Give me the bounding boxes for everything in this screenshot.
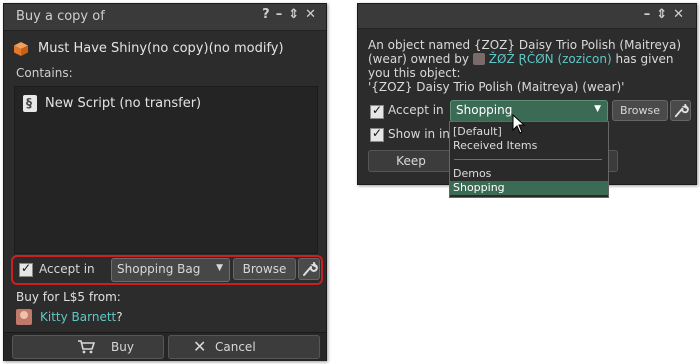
buy-for-label: Buy for L$5 from:	[16, 290, 121, 304]
close-icon[interactable]: ✕	[673, 7, 690, 22]
close-icon[interactable]: ✕	[305, 7, 322, 22]
folder-dropdown-list[interactable]: [Default] Received Items Demos Shopping	[449, 121, 609, 198]
list-item-label: New Script (no transfer)	[45, 96, 202, 111]
dialog-titlebar[interactable]: Buy a copy of ?–⇕✕	[4, 4, 326, 31]
folder-dropdown[interactable]: Shopping ▼	[450, 100, 608, 122]
contains-label: Contains:	[16, 66, 73, 80]
message-line: '{ZOZ} Daisy Trio Polish (Maitreya) (wea…	[368, 80, 625, 94]
cart-icon	[78, 340, 95, 354]
object-cube-icon	[14, 42, 28, 56]
minimize-icon[interactable]: –	[276, 7, 289, 22]
accept-in-row: ✓ Accept in Shopping Bag ▼ Browse	[11, 255, 323, 285]
help-icon[interactable]: ?	[262, 7, 276, 22]
script-icon: §	[23, 95, 37, 112]
chevron-down-icon: ▼	[594, 104, 601, 114]
seller-link[interactable]: Kitty Barnett?	[40, 310, 123, 324]
dropdown-option[interactable]: Received Items	[450, 139, 608, 153]
message-line: you this object:	[368, 66, 461, 80]
contents-list[interactable]: § New Script (no transfer)	[14, 86, 318, 254]
dropdown-separator	[454, 159, 602, 160]
accept-in-checkbox[interactable]: ✓	[370, 103, 384, 119]
cancel-button-label: Cancel	[215, 340, 256, 354]
chevron-down-icon: ▼	[216, 263, 223, 273]
mouse-pointer-icon	[512, 114, 526, 134]
seller-name[interactable]: Kitty Barnett	[40, 310, 116, 324]
browse-button[interactable]: Browse	[233, 258, 296, 280]
message-text: (wear) owned by	[368, 52, 469, 66]
action-bar: Buy ✕ Cancel	[4, 332, 326, 361]
avatar-icon	[16, 309, 32, 325]
close-x-icon: ✕	[193, 337, 207, 356]
buy-copy-dialog: Buy a copy of ?–⇕✕ Must Have Shiny(no co…	[3, 3, 327, 361]
dock-icon[interactable]: ⇕	[288, 7, 305, 22]
folder-dropdown-value: Shopping	[456, 103, 513, 117]
owner-avatar-icon	[472, 53, 485, 65]
object-name: Must Have Shiny(no copy)(no modify)	[38, 41, 284, 56]
dock-icon[interactable]: ⇕	[656, 7, 673, 22]
wrench-button[interactable]	[670, 100, 691, 121]
dialog-title: Buy a copy of	[16, 9, 105, 24]
accept-in-label: Accept in	[39, 262, 95, 276]
wrench-button[interactable]	[298, 258, 320, 280]
message-text: has given	[615, 52, 674, 66]
dropdown-option-selected[interactable]: Shopping	[450, 181, 608, 195]
folder-dropdown-value: Shopping Bag	[117, 262, 201, 276]
message-line: An object named {ZOZ} Daisy Trio Polish …	[368, 38, 682, 52]
wrench-icon	[303, 262, 318, 276]
accept-in-checkbox[interactable]: ✓	[19, 261, 33, 277]
minimize-icon[interactable]: –	[644, 7, 657, 22]
wrench-icon	[674, 103, 689, 118]
dropdown-option[interactable]: Demos	[450, 167, 608, 181]
accept-in-label: Accept in	[388, 103, 444, 117]
keep-button[interactable]: Keep	[368, 150, 454, 172]
browse-button[interactable]: Browse	[612, 100, 668, 121]
dropdown-option[interactable]: [Default]	[450, 125, 608, 139]
folder-dropdown[interactable]: Shopping Bag ▼	[111, 258, 230, 282]
cancel-button[interactable]: ✕ Cancel	[168, 335, 320, 359]
buy-button-label: Buy	[111, 340, 134, 354]
owner-link[interactable]: ŽØŽ ⱤČØN (zozicon)	[489, 52, 612, 66]
dialog-titlebar[interactable]: –⇕✕	[358, 4, 696, 29]
seller-suffix: ?	[116, 310, 123, 324]
message-line: (wear) owned by ŽØŽ ⱤČØN (zozicon) has g…	[368, 52, 690, 66]
show-in-inventory-checkbox[interactable]: ✓	[370, 126, 384, 142]
offer-message: An object named {ZOZ} Daisy Trio Polish …	[368, 38, 690, 94]
buy-button[interactable]: Buy	[12, 335, 164, 359]
